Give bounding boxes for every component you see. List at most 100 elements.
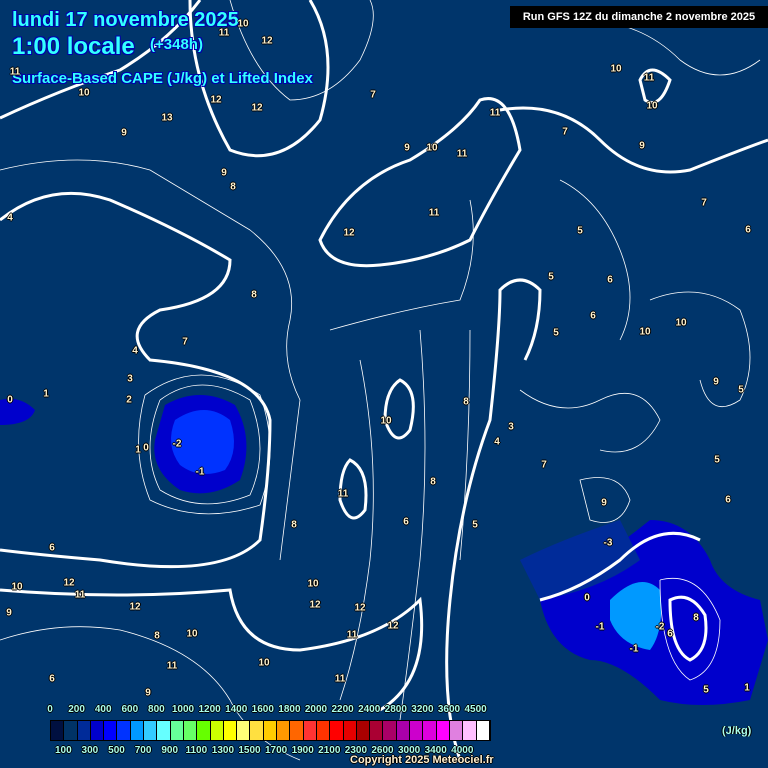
color-swatch (130, 721, 145, 740)
contour-label: 5 (472, 519, 478, 531)
contour-label: 9 (145, 687, 151, 699)
contour-label: 1 (135, 444, 141, 456)
contour-label: 10 (78, 87, 90, 99)
contour-label: 9 (639, 140, 645, 152)
scale-tick-top: 0 (47, 704, 53, 715)
scale-tick-bottom: 700 (134, 745, 152, 756)
contour-label: 6 (590, 310, 596, 322)
contour-label: 8 (154, 630, 160, 642)
scale-tick-bottom: 1100 (185, 745, 208, 756)
contour-label: 12 (387, 620, 399, 632)
contour-label: 12 (261, 35, 273, 47)
contour-label: 10 (639, 326, 651, 338)
color-swatch (423, 721, 437, 740)
contour-label: 10 (610, 63, 622, 75)
contour-label: 11 (334, 673, 346, 685)
contour-label: 4 (494, 436, 500, 448)
contour-label: 12 (309, 599, 321, 611)
scale-tick-top: 2200 (331, 704, 354, 715)
color-swatch (223, 721, 238, 740)
contour-label: 6 (607, 274, 613, 286)
contour-label: 10 (237, 18, 249, 30)
contour-label: 11 (74, 589, 86, 601)
color-swatch (356, 721, 371, 740)
color-swatch (277, 721, 291, 740)
copyright: Copyright 2025 Meteociel.fr (350, 754, 494, 766)
scale-tick-bottom: 1500 (238, 745, 261, 756)
scale-tick-top: 3200 (411, 704, 434, 715)
contour-label: 10 (307, 578, 319, 590)
contour-label: 3 (508, 421, 514, 433)
scale-tick-top: 600 (121, 704, 139, 715)
contour-label: 7 (562, 126, 568, 138)
color-swatch (290, 721, 304, 740)
scale-tick-top: 1800 (278, 704, 301, 715)
scale-tick-bottom: 300 (81, 745, 99, 756)
scale-tick-top: 3600 (437, 704, 461, 715)
scale-tick-top: 2000 (304, 704, 328, 715)
color-swatch (410, 721, 424, 740)
contour-label: -2 (655, 621, 665, 633)
contour-label: -1 (595, 621, 605, 633)
contour-label: 10 (380, 415, 392, 427)
color-swatch (449, 721, 464, 740)
forecast-time: 1:00 locale (12, 33, 135, 60)
color-swatch (330, 721, 344, 740)
color-swatch (343, 721, 357, 740)
contour-label: 6 (667, 628, 673, 640)
contour-label: 12 (251, 102, 263, 114)
contour-label: 11 (489, 107, 501, 119)
contour-label: 12 (210, 94, 222, 106)
color-swatch (51, 721, 65, 740)
contour-label: 0 (584, 592, 590, 604)
scale-tick-bottom: 100 (54, 745, 72, 756)
contour-label: -1 (629, 643, 639, 655)
contour-label: 9 (121, 127, 127, 139)
color-swatch (303, 721, 317, 740)
contour-label: 9 (713, 376, 719, 388)
color-swatch (77, 721, 91, 740)
color-swatch (117, 721, 131, 740)
contour-label: 10 (186, 628, 198, 640)
contour-label: 0 (143, 442, 149, 454)
contour-label: 1 (744, 682, 750, 694)
contour-label: 4 (132, 345, 138, 357)
scale-tick-bottom: 1900 (291, 745, 314, 756)
contour-label: 9 (601, 497, 607, 509)
color-swatch (370, 721, 384, 740)
run-info: Run GFS 12Z du dimanche 2 novembre 2025 (510, 6, 768, 28)
contour-label: 9 (221, 167, 227, 179)
contour-label: 1 (43, 388, 49, 400)
contour-label: 9 (404, 142, 410, 154)
contour-label: 3 (127, 373, 133, 385)
contour-label: 5 (577, 225, 583, 237)
color-swatch (104, 721, 118, 740)
contour-label: 10 (11, 581, 23, 593)
contour-label: 7 (182, 336, 188, 348)
cape-map (0, 0, 768, 761)
contour-label: 7 (541, 459, 547, 471)
contour-label: 12 (343, 227, 355, 239)
contour-label: 2 (126, 394, 132, 406)
color-swatch (237, 721, 251, 740)
color-swatch (263, 721, 278, 740)
color-swatch (250, 721, 264, 740)
color-swatch (197, 721, 211, 740)
color-swatch (64, 721, 78, 740)
contour-label: 9 (6, 607, 12, 619)
contour-label: 11 (643, 72, 655, 84)
color-swatch (170, 721, 184, 740)
contour-label: 10 (258, 657, 270, 669)
contour-label: 10 (675, 317, 687, 329)
contour-label: 11 (166, 660, 178, 672)
contour-label: -2 (172, 438, 182, 450)
scale-tick-top: 1400 (225, 704, 248, 715)
contour-label: 0 (7, 394, 13, 406)
contour-label: 8 (230, 181, 236, 193)
scale-tick-bottom: 2100 (318, 745, 341, 756)
contour-label: 4 (7, 212, 13, 224)
scale-tick-bottom: 900 (161, 745, 179, 756)
contour-label: -3 (603, 537, 613, 549)
scale-tick-bottom: 1700 (264, 745, 288, 756)
scale-tick-top: 2400 (358, 704, 381, 715)
